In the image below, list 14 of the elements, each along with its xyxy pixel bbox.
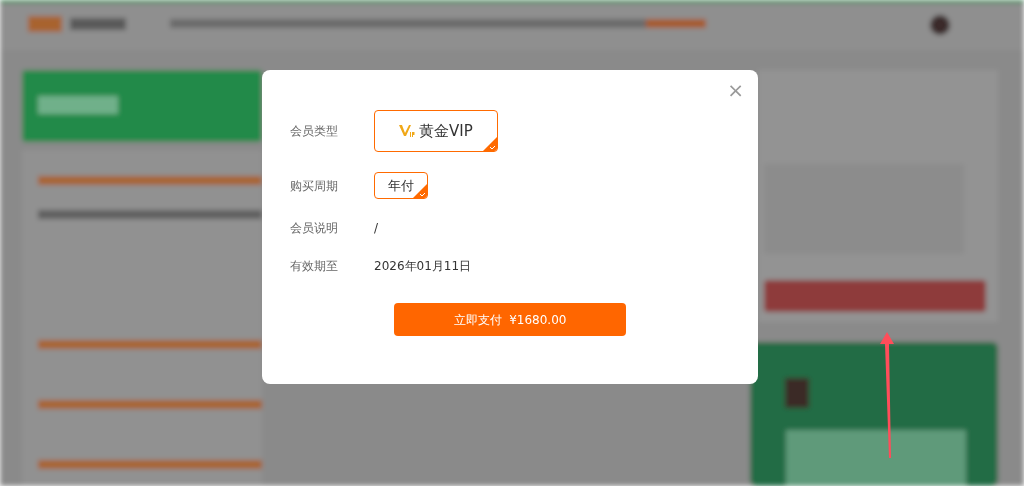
field-value: / (374, 220, 379, 237)
field-label: 购买周期 (290, 177, 339, 195)
option-button[interactable]: 黄金VIP (374, 110, 498, 152)
option-button[interactable]: 年付 (374, 172, 428, 199)
check-icon (482, 137, 497, 151)
blurred-nav-link (646, 19, 706, 28)
field-value: 2026年01月11日 (374, 258, 472, 275)
field-label: 会员类型 (290, 123, 339, 140)
blurred-site-name (70, 18, 126, 30)
field-label: 有效期至 (290, 258, 339, 275)
check-icon (413, 184, 427, 198)
blurred-logo (28, 16, 62, 32)
field-label: 会员说明 (290, 220, 339, 237)
blurred-avatar (785, 378, 809, 408)
